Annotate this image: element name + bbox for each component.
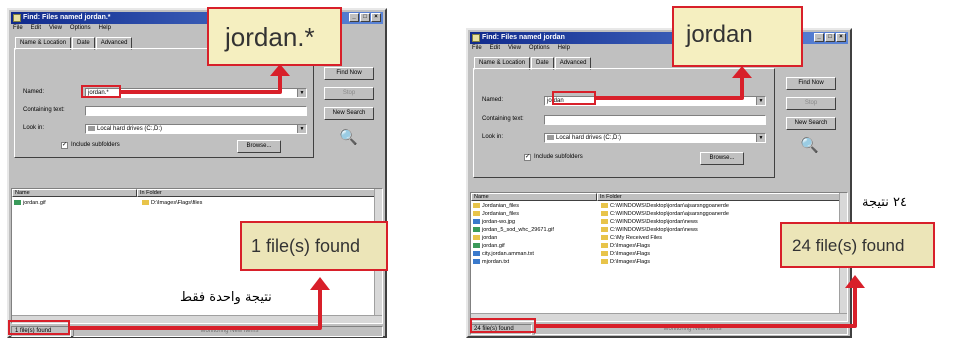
arrow-left-status — [70, 288, 322, 330]
arrowhead-left-status — [310, 277, 330, 290]
callout-arrows — [70, 64, 865, 330]
arrow-right-named — [596, 76, 744, 100]
arrow-right-status — [536, 286, 857, 328]
arrowhead-right-status — [845, 275, 865, 288]
arrow-left-named — [121, 74, 282, 94]
arrowhead-right-named — [732, 66, 752, 78]
arrowhead-left-named — [270, 64, 290, 76]
